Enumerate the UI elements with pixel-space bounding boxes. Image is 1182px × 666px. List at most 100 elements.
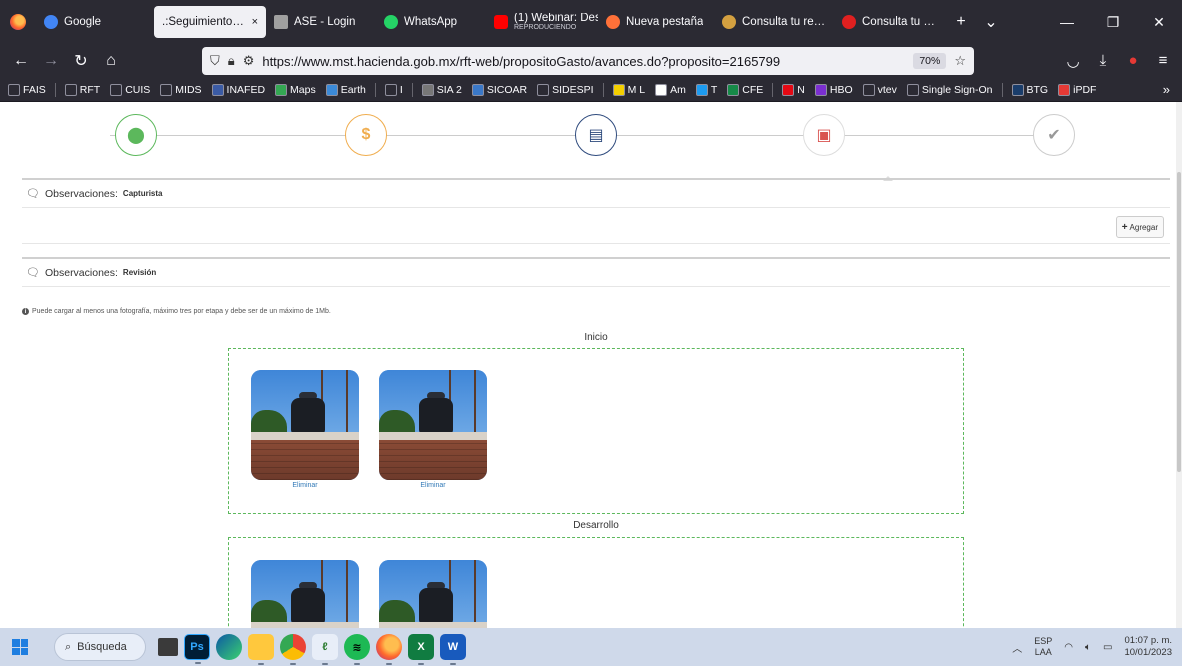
bookmark-favicon-icon [8, 83, 20, 96]
forward-icon[interactable]: → [36, 52, 66, 70]
bookmark-earth[interactable]: Earth [322, 83, 370, 96]
bookmark-favicon-icon [612, 83, 625, 96]
step-check-icon[interactable]: ✔ [1033, 114, 1075, 156]
bookmark-vtev[interactable]: vtev [859, 83, 901, 96]
bookmark-cuis[interactable]: CUIS [106, 83, 154, 96]
bookmark-favicon-icon [160, 83, 173, 96]
back-icon[interactable]: ← [6, 52, 36, 70]
photo-thumbnail[interactable] [379, 560, 487, 628]
step-document-icon[interactable]: ▤ [575, 114, 617, 156]
bookmark-sidespi[interactable]: SIDESPI [533, 83, 597, 96]
bookmark-favicon-icon [1058, 83, 1071, 96]
observaciones-revision-header: 🗨︎ Observaciones: Revisión [22, 257, 1170, 287]
tab-ase-login[interactable]: ASE - Login [266, 6, 376, 38]
bookmark-inafed[interactable]: INAFED [208, 83, 270, 96]
youtube-icon [494, 15, 508, 29]
start-button[interactable] [0, 628, 40, 666]
photoshop-icon[interactable]: Ps [184, 634, 210, 664]
wifi-icon[interactable]: ◠ [1064, 642, 1073, 653]
maximize-button[interactable]: ❐ [1090, 14, 1136, 31]
tab-webinar[interactable]: (1) Webinar: Des REPRODUCIENDO [486, 6, 598, 38]
volume-icon[interactable]: 🔈︎ [1085, 642, 1091, 653]
file-explorer-icon[interactable] [248, 634, 274, 665]
bookmark-favicon-icon [421, 83, 434, 96]
zoom-level[interactable]: 70% [913, 53, 947, 69]
bookmark-n[interactable]: N [778, 83, 809, 96]
bookmark-favicon-icon [64, 83, 77, 96]
comments-icon: 🗨︎ [26, 188, 40, 200]
close-window-button[interactable]: ✕ [1136, 14, 1182, 31]
add-observation-button[interactable]: + Agregar [1115, 216, 1164, 238]
firefox-taskbar-icon[interactable] [376, 634, 402, 665]
photo-thumbnail[interactable] [251, 370, 359, 480]
chrome-icon[interactable] [280, 634, 306, 665]
chevron-up-icon[interactable]: ︿ [1012, 640, 1022, 655]
reload-icon[interactable]: ↻ [66, 51, 96, 71]
app-leaf-icon[interactable]: ℓ [312, 634, 338, 665]
tab-list-button[interactable]: ⌄ [976, 12, 1006, 32]
pocket-icon[interactable]: ◡ [1060, 52, 1086, 70]
lock-icon[interactable]: 🔒︎ [228, 53, 235, 69]
tab-consulta-1[interactable]: Consulta tu recib [714, 6, 834, 38]
more-bookmarks-icon[interactable]: » [1155, 82, 1178, 97]
bookmark-single-sign-on[interactable]: Single Sign-On [903, 83, 997, 96]
delete-photo-link[interactable]: Eliminar [251, 482, 359, 489]
cfe-icon [722, 15, 736, 29]
bookmark-star-icon[interactable]: ☆ [954, 53, 966, 69]
bookmark-fais[interactable]: FAIS [4, 83, 50, 96]
step-location-icon[interactable]: ⬤ [115, 114, 157, 156]
url-bar[interactable]: ⛉ 🔒︎ ⚙ https://www.mst.hacienda.gob.mx/r… [202, 47, 974, 75]
step-image-icon[interactable]: ▣ [803, 114, 845, 156]
bookmark-maps[interactable]: Maps [271, 83, 320, 96]
tab-seguimiento[interactable]: .:Seguimiento de l × [154, 6, 266, 38]
bookmark-am[interactable]: Am [651, 83, 690, 96]
bookmark-favicon-icon [814, 83, 827, 96]
task-view-icon[interactable] [158, 638, 178, 656]
tab-nueva-pestana[interactable]: Nueva pestaña [598, 6, 714, 38]
firefox-icon [606, 15, 620, 29]
word-icon[interactable]: W [440, 634, 466, 665]
battery-icon[interactable]: ▭ [1103, 642, 1112, 653]
clock[interactable]: 01:07 p. m. 10/01/2023 [1124, 635, 1172, 659]
tab-close-icon[interactable]: × [252, 16, 258, 28]
bookmark-t[interactable]: T [692, 83, 721, 96]
bookmark-cfe[interactable]: CFE [723, 83, 767, 96]
tab-whatsapp[interactable]: WhatsApp [376, 6, 486, 38]
url-text[interactable]: https://www.mst.hacienda.gob.mx/rft-web/… [262, 54, 905, 69]
taskbar-apps: Ps ℓ ≋ X W [158, 634, 466, 665]
bookmark-separator [602, 82, 604, 97]
permissions-icon[interactable]: ⚙ [243, 53, 255, 69]
bookmark-i[interactable]: I [381, 83, 407, 96]
bookmark-sicoar[interactable]: SICOAR [468, 83, 531, 96]
scrollbar-thumb[interactable] [1177, 172, 1181, 472]
delete-photo-link[interactable]: Eliminar [379, 482, 487, 489]
photo-thumbnail[interactable] [379, 370, 487, 480]
page-scrollbar[interactable] [1176, 102, 1182, 628]
menu-icon[interactable]: ≡ [1150, 52, 1176, 70]
spotify-icon[interactable]: ≋ [344, 634, 370, 665]
home-icon[interactable]: ⌂ [96, 52, 126, 70]
bookmark-btg[interactable]: BTG [1008, 83, 1053, 96]
bookmark-rft[interactable]: RFT [61, 83, 104, 96]
firefox-menu-icon[interactable] [0, 0, 36, 44]
extension-icon[interactable]: ● [1120, 52, 1146, 70]
downloads-icon[interactable]: ⤓ [1090, 52, 1116, 70]
comments-icon: 🗨︎ [26, 267, 40, 279]
photo-thumbnail[interactable] [251, 560, 359, 628]
tab-google[interactable]: Google [36, 6, 154, 38]
minimize-button[interactable]: — [1044, 14, 1090, 31]
language-indicator[interactable]: ESP LAA [1034, 636, 1052, 658]
bookmark-m-l[interactable]: M L [609, 83, 650, 96]
excel-icon[interactable]: X [408, 634, 434, 665]
bookmark-separator [54, 82, 56, 97]
bookmark-hbo[interactable]: HBO [811, 83, 857, 96]
shield-icon[interactable]: ⛉ [210, 53, 220, 69]
tab-consulta-2[interactable]: Consulta tu recib [834, 6, 946, 38]
bookmark-ipdf[interactable]: iPDF [1054, 83, 1100, 96]
taskbar-search[interactable]: ⌕ Búsqueda [54, 633, 146, 661]
bookmark-mids[interactable]: MIDS [156, 83, 205, 96]
bookmark-sia-2[interactable]: SIA 2 [418, 83, 466, 96]
new-tab-button[interactable]: + [946, 13, 976, 31]
step-dollar-icon[interactable]: $ [345, 114, 387, 156]
edge-icon[interactable] [216, 634, 242, 660]
